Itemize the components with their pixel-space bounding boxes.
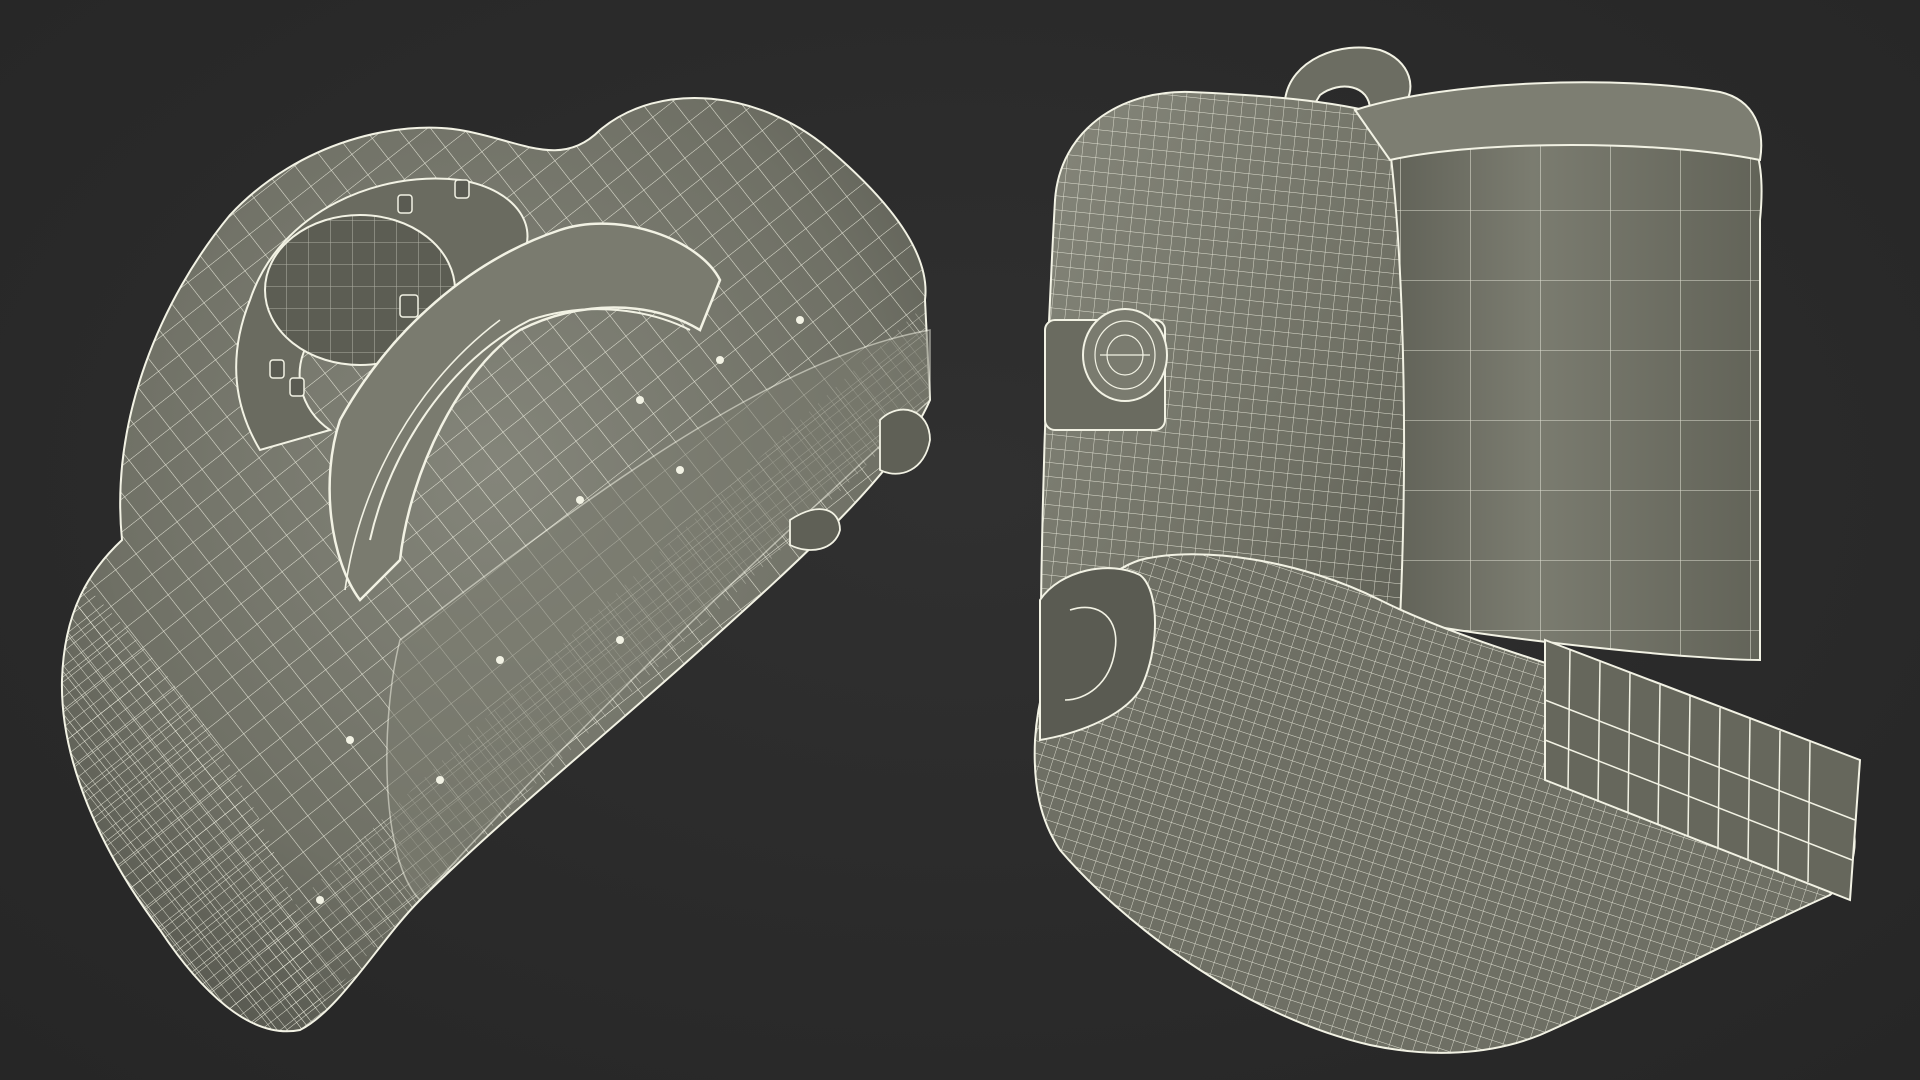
render-viewport xyxy=(0,0,1920,1080)
left-side-knob xyxy=(879,408,931,475)
left-view xyxy=(60,97,932,1033)
wireframe-render xyxy=(60,46,1862,1054)
right-view xyxy=(1033,46,1862,1054)
